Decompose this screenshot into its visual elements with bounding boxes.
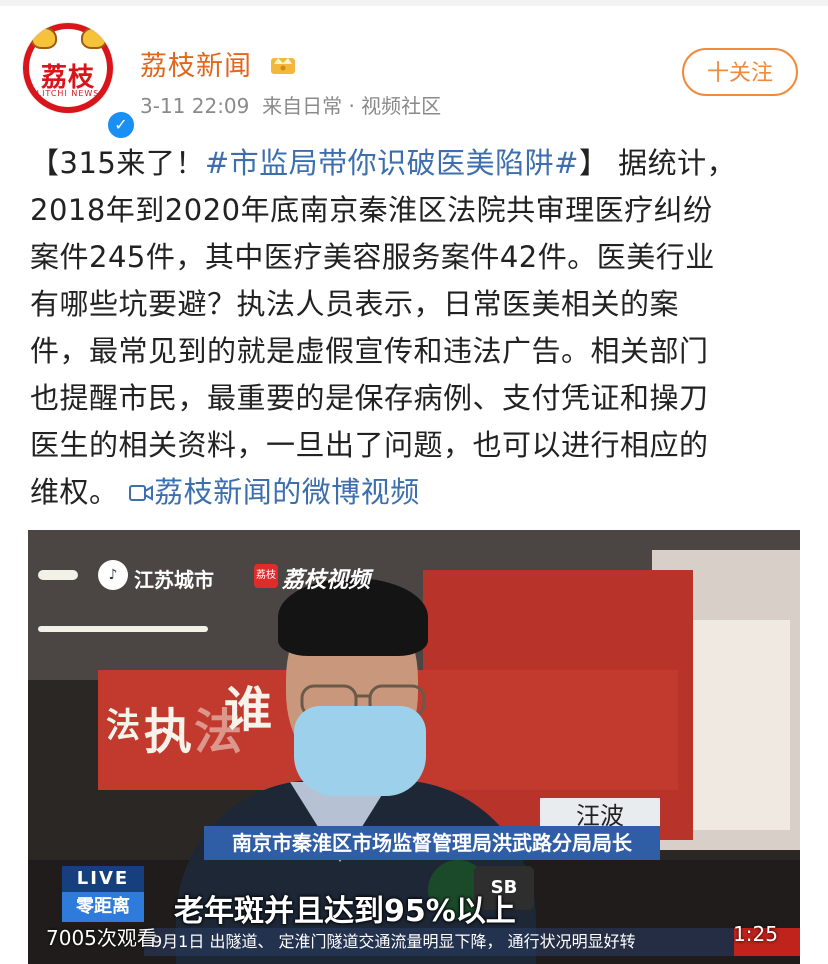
ceiling-light — [38, 626, 208, 632]
jiangsu-logo-icon: ♪ — [98, 560, 128, 590]
banner-char: 法 — [106, 706, 140, 746]
video-player[interactable]: 法 执 法 谁 ♪ 江苏城市 荔枝 荔枝视频 SB 汪波 南京市秦淮区市场监督管… — [28, 530, 800, 964]
post-text: 】 据统计， — [578, 146, 737, 180]
post-line: 也提醒市民，最重要的是保存病例、支付凭证和操刀 — [30, 381, 709, 415]
ox-left-icon — [31, 27, 57, 49]
view-count: 7005次观看 — [46, 926, 157, 950]
post-source[interactable]: 来自日常 · 视频社区 — [262, 94, 441, 118]
post-line: 件，最常见到的就是虚假宣传和违法广告。相关部门 — [30, 334, 709, 368]
lizhi-video-logo: 荔枝视频 — [282, 568, 371, 593]
avatar-image: 荔枝 LITCHI NEWS — [22, 22, 114, 114]
post-line: 维权。 荔枝新闻的微博视频 — [30, 469, 802, 516]
post-line: 案件245件，其中医疗美容服务案件42件。医美行业 — [30, 240, 715, 274]
crown-icon[interactable] — [268, 50, 298, 76]
program-badge: 零距离 — [62, 892, 144, 922]
jiangsu-city-logo: 江苏城市 — [134, 568, 214, 592]
follow-button[interactable]: 十关注 — [682, 48, 798, 96]
avatar[interactable]: 荔枝 LITCHI NEWS ✓ — [22, 22, 136, 140]
avatar-logo-subtext: LITCHI NEWS — [36, 89, 100, 98]
post-timestamp: 3-11 22:09 — [140, 94, 250, 118]
banner-char: 执 — [144, 704, 193, 760]
account-name[interactable]: 荔枝新闻 — [140, 44, 252, 83]
face-mask — [294, 706, 426, 796]
post-text: 【315来了！ — [30, 146, 205, 180]
post-body: 【315来了！#市监局带你识破医美陷阱#】 据统计， 2018年到2020年底南… — [30, 140, 802, 516]
video-subtitle: 老年斑并且达到95%以上 — [174, 894, 516, 929]
speaker-title: 南京市秦淮区市场监督管理局洪武路分局局长 — [204, 826, 660, 860]
ox-right-icon — [81, 27, 107, 49]
video-icon — [129, 485, 154, 501]
video-link-label: 荔枝新闻的微博视频 — [154, 475, 420, 509]
post-line: 2018年到2020年底南京秦淮区法院共审理医疗纠纷 — [30, 193, 713, 227]
lizhi-logo-icon: 荔枝 — [254, 564, 278, 588]
post-meta: 3-11 22:09 来自日常 · 视频社区 — [140, 90, 441, 119]
post-line: 【315来了！#市监局带你识破医美陷阱#】 据统计， — [30, 140, 802, 187]
verified-check-icon: ✓ — [106, 110, 136, 140]
top-edge — [0, 0, 828, 6]
video-link[interactable]: 荔枝新闻的微博视频 — [128, 475, 420, 509]
post-line: 有哪些坑要避？执法人员表示，日常医美相关的案 — [30, 287, 680, 321]
ceiling-light — [38, 570, 78, 580]
banner-char: 谁 — [224, 682, 273, 738]
post-text: 维权。 — [30, 475, 119, 509]
video-duration: 1:25 — [733, 922, 778, 946]
news-ticker: 9月1日 出隧道、 定淮门隧道交通流量明显下降， 通行状况明显好转 — [144, 928, 742, 956]
post-line: 医生的相关资料，一旦出了问题，也可以进行相应的 — [30, 428, 709, 462]
live-badge: LIVE — [62, 866, 144, 892]
hashtag-link[interactable]: #市监局带你识破医美陷阱# — [205, 146, 579, 180]
